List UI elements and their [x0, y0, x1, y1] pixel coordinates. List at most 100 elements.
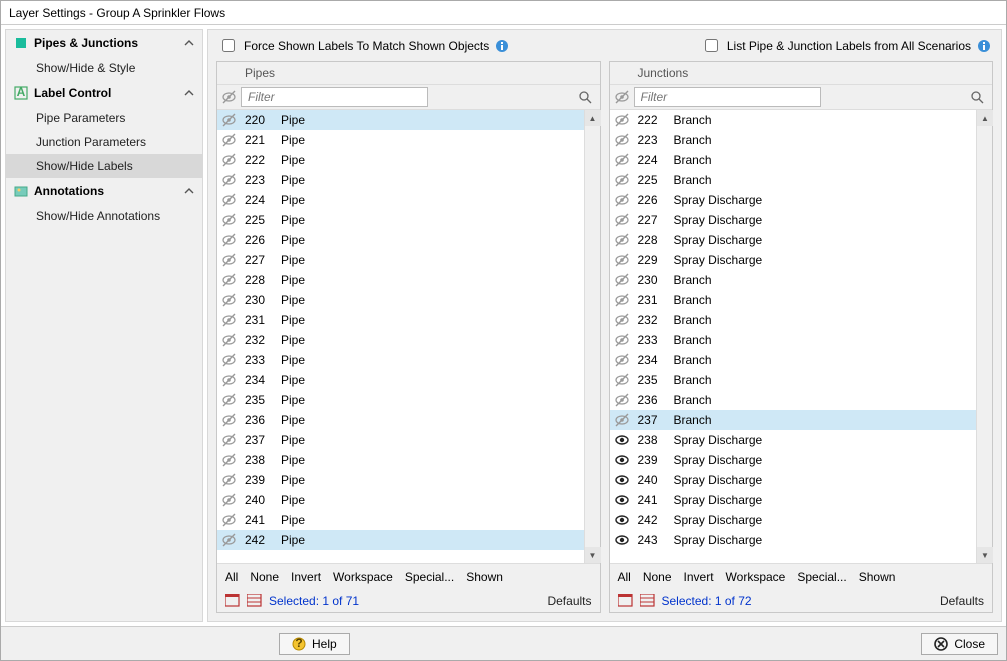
eye-hidden-icon[interactable] — [221, 432, 237, 448]
visibility-toggle-all-icon[interactable] — [221, 89, 237, 105]
list-row[interactable]: 231Pipe — [217, 310, 584, 330]
list-row[interactable]: 226Pipe — [217, 230, 584, 250]
eye-hidden-icon[interactable] — [614, 132, 630, 148]
defaults-link[interactable]: Defaults — [547, 594, 591, 608]
selection-action[interactable]: Workspace — [726, 570, 786, 584]
list-row[interactable]: 241Spray Discharge — [610, 490, 977, 510]
list-row[interactable]: 230Branch — [610, 270, 977, 290]
eye-shown-icon[interactable] — [614, 512, 630, 528]
list-row[interactable]: 222Branch — [610, 110, 977, 130]
eye-hidden-icon[interactable] — [221, 332, 237, 348]
eye-hidden-icon[interactable] — [221, 312, 237, 328]
list-row[interactable]: 224Pipe — [217, 190, 584, 210]
list-row[interactable]: 227Pipe — [217, 250, 584, 270]
list-row[interactable]: 239Pipe — [217, 470, 584, 490]
scroll-down-icon[interactable]: ▼ — [585, 547, 601, 563]
scroll-down-icon[interactable]: ▼ — [977, 547, 993, 563]
eye-hidden-icon[interactable] — [221, 532, 237, 548]
list-row[interactable]: 222Pipe — [217, 150, 584, 170]
list-row[interactable]: 228Spray Discharge — [610, 230, 977, 250]
list-row[interactable]: 230Pipe — [217, 290, 584, 310]
eye-hidden-icon[interactable] — [221, 452, 237, 468]
info-icon[interactable] — [495, 39, 509, 53]
list-row[interactable]: 225Branch — [610, 170, 977, 190]
selection-action[interactable]: Workspace — [333, 570, 393, 584]
eye-hidden-icon[interactable] — [614, 152, 630, 168]
list-row[interactable]: 233Branch — [610, 330, 977, 350]
eye-hidden-icon[interactable] — [221, 132, 237, 148]
sidebar-item[interactable]: Pipe Parameters — [6, 106, 202, 130]
list-row[interactable]: 223Pipe — [217, 170, 584, 190]
eye-hidden-icon[interactable] — [221, 112, 237, 128]
list-row[interactable]: 240Pipe — [217, 490, 584, 510]
eye-hidden-icon[interactable] — [221, 412, 237, 428]
list-row[interactable]: 220Pipe — [217, 110, 584, 130]
eye-hidden-icon[interactable] — [614, 212, 630, 228]
list-row[interactable]: 232Pipe — [217, 330, 584, 350]
eye-shown-icon[interactable] — [614, 492, 630, 508]
eye-hidden-icon[interactable] — [221, 352, 237, 368]
selection-action[interactable]: Special... — [797, 570, 846, 584]
sidebar-section-header[interactable]: ALabel Control — [6, 80, 202, 106]
force-labels-check-input[interactable] — [222, 39, 235, 52]
list-row[interactable]: 242Pipe — [217, 530, 584, 550]
eye-hidden-icon[interactable] — [614, 292, 630, 308]
list-row[interactable]: 243Spray Discharge — [610, 530, 977, 550]
sidebar-item[interactable]: Show/Hide & Style — [6, 56, 202, 80]
list-row[interactable]: 235Pipe — [217, 390, 584, 410]
eye-hidden-icon[interactable] — [614, 372, 630, 388]
eye-hidden-icon[interactable] — [221, 392, 237, 408]
scroll-up-icon[interactable]: ▲ — [585, 110, 601, 126]
layout-icon-1[interactable] — [225, 594, 241, 608]
eye-hidden-icon[interactable] — [221, 472, 237, 488]
list-labels-check-input[interactable] — [705, 39, 718, 52]
eye-hidden-icon[interactable] — [614, 232, 630, 248]
defaults-link[interactable]: Defaults — [940, 594, 984, 608]
eye-hidden-icon[interactable] — [614, 352, 630, 368]
list-row[interactable]: 241Pipe — [217, 510, 584, 530]
selection-action[interactable]: Invert — [684, 570, 714, 584]
eye-hidden-icon[interactable] — [221, 372, 237, 388]
list-row[interactable]: 232Branch — [610, 310, 977, 330]
junctions-list[interactable]: 222Branch223Branch224Branch225Branch226S… — [610, 110, 977, 563]
list-row[interactable]: 225Pipe — [217, 210, 584, 230]
list-row[interactable]: 240Spray Discharge — [610, 470, 977, 490]
eye-hidden-icon[interactable] — [221, 172, 237, 188]
list-row[interactable]: 229Spray Discharge — [610, 250, 977, 270]
eye-hidden-icon[interactable] — [221, 292, 237, 308]
selection-action[interactable]: Shown — [466, 570, 503, 584]
selection-action[interactable]: Invert — [291, 570, 321, 584]
list-row[interactable]: 237Branch — [610, 410, 977, 430]
eye-shown-icon[interactable] — [614, 532, 630, 548]
selection-action[interactable]: Special... — [405, 570, 454, 584]
list-row[interactable]: 221Pipe — [217, 130, 584, 150]
list-labels-checkbox[interactable]: List Pipe & Junction Labels from All Sce… — [701, 36, 991, 55]
sidebar-section-header[interactable]: Pipes & Junctions — [6, 30, 202, 56]
list-row[interactable]: 236Branch — [610, 390, 977, 410]
list-row[interactable]: 237Pipe — [217, 430, 584, 450]
eye-hidden-icon[interactable] — [221, 492, 237, 508]
list-row[interactable]: 234Branch — [610, 350, 977, 370]
help-button[interactable]: Help — [279, 633, 350, 655]
layout-icon-1[interactable] — [618, 594, 634, 608]
scroll-up-icon[interactable]: ▲ — [977, 110, 993, 126]
eye-shown-icon[interactable] — [614, 452, 630, 468]
eye-hidden-icon[interactable] — [221, 192, 237, 208]
sidebar-item[interactable]: Junction Parameters — [6, 130, 202, 154]
scrollbar[interactable]: ▲▼ — [584, 110, 600, 563]
eye-hidden-icon[interactable] — [221, 252, 237, 268]
eye-hidden-icon[interactable] — [221, 212, 237, 228]
pipes-filter-input[interactable] — [241, 87, 428, 107]
search-icon[interactable] — [970, 90, 984, 104]
list-row[interactable]: 238Spray Discharge — [610, 430, 977, 450]
eye-hidden-icon[interactable] — [614, 172, 630, 188]
eye-shown-icon[interactable] — [614, 472, 630, 488]
eye-hidden-icon[interactable] — [221, 512, 237, 528]
selection-action[interactable]: None — [250, 570, 279, 584]
eye-hidden-icon[interactable] — [614, 312, 630, 328]
selection-action[interactable]: All — [225, 570, 238, 584]
list-row[interactable]: 223Branch — [610, 130, 977, 150]
force-labels-checkbox[interactable]: Force Shown Labels To Match Shown Object… — [218, 36, 509, 55]
sidebar-section-header[interactable]: Annotations — [6, 178, 202, 204]
layout-icon-2[interactable] — [640, 594, 656, 608]
